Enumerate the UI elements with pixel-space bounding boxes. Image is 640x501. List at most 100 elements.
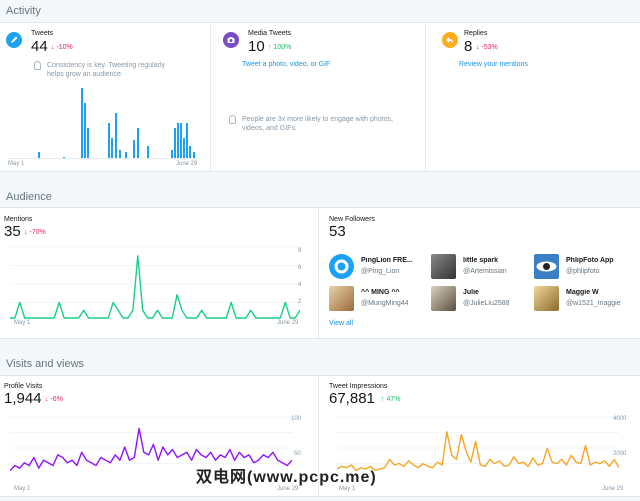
follower-handle: @JulieLiu2588 (463, 300, 510, 307)
tweets-bar (119, 150, 121, 158)
follower-item[interactable]: ^^ MING ^^ @MungMing44 (329, 286, 429, 312)
visits-section-title: Visits and views (6, 358, 85, 370)
tweets-label: Tweets (31, 30, 54, 37)
tweets-bar (84, 103, 86, 158)
view-all-followers-link[interactable]: View all (329, 320, 353, 327)
tweets-bar (177, 123, 179, 158)
review-mentions-link[interactable]: Review your mentions (459, 61, 528, 68)
profile-ytick: 100 (291, 416, 302, 422)
audience-section-title: Audience (6, 191, 52, 203)
avatar (534, 286, 559, 311)
profile-ytick: 50 (294, 451, 301, 457)
profile-axis-start: May 1 (14, 486, 31, 492)
tweets-bar (63, 156, 65, 158)
impressions-line-chart (337, 416, 619, 472)
tweets-axis-end: June 29 (176, 161, 198, 167)
follower-handle: @Artemissian (463, 268, 507, 275)
media-tweets-change: ↑ 100% (268, 44, 292, 51)
tweets-bar (137, 128, 139, 158)
tweets-bar (115, 113, 117, 158)
tweets-bar (87, 128, 89, 158)
avatar (534, 254, 559, 279)
tweets-bar (186, 123, 188, 158)
tweet-pen-icon (6, 32, 22, 48)
tweets-count: 44 (31, 38, 48, 55)
replies-count: 8 (464, 38, 473, 55)
tweets-bar (147, 146, 149, 158)
avatar (329, 254, 354, 279)
impressions-count: 67,881 (329, 390, 375, 407)
follower-item[interactable]: Julie @JulieLiu2588 (431, 286, 531, 312)
profile-visits-change: ↓ -6% (45, 396, 63, 403)
tweets-bar (125, 152, 127, 158)
follower-name: Maggie W (566, 289, 599, 296)
impressions-ytick: 2000 (613, 451, 627, 457)
follower-handle: @Ping_Lion (361, 268, 400, 275)
tweets-bar (81, 88, 83, 158)
impressions-ytick: 4000 (613, 416, 627, 422)
follower-name: ^^ MING ^^ (361, 289, 400, 296)
tweets-bar (193, 152, 195, 158)
tweets-bar (174, 128, 176, 158)
impressions-label: Tweet Impressions (329, 383, 388, 390)
follower-item[interactable]: little spark @Artemissian (431, 254, 531, 280)
follower-item[interactable]: PhlipFoto App @phlipfoto (534, 254, 634, 280)
follower-handle: @MungMing44 (361, 300, 409, 307)
tweets-card: Tweets 44 ↓ -10% Consistency is key. Twe… (0, 23, 210, 171)
tweets-tip: Consistency is key. Tweeting regularly h… (47, 62, 166, 78)
reply-arrow-icon (442, 32, 458, 48)
followers-label: New Followers (329, 216, 375, 223)
lightbulb-icon (34, 61, 41, 70)
audience-panel: Mentions 35 ↓ -70% 8 6 4 2 May 1 June 29… (0, 207, 640, 339)
follower-handle: @w1521_maggie (566, 300, 621, 307)
camera-icon (223, 32, 239, 48)
profile-visits-count: 1,944 (4, 390, 42, 407)
mentions-ytick: 8 (298, 248, 302, 254)
media-tweets-card: Media Tweets 10 ↑ 100% Tweet a photo, vi… (210, 23, 425, 171)
profile-visits-label: Profile Visits (4, 383, 43, 390)
activity-panel: Tweets 44 ↓ -10% Consistency is key. Twe… (0, 22, 640, 172)
replies-card: Replies 8 ↓ -53% Review your mentions (425, 23, 640, 171)
tweets-bar (111, 138, 113, 158)
tweets-change: ↓ -10% (51, 44, 73, 51)
follower-item[interactable]: Maggie W @w1521_maggie (534, 286, 634, 312)
mentions-ytick: 4 (298, 282, 302, 288)
follower-name: PingLion FRE... (361, 257, 413, 264)
tweets-bar (189, 146, 191, 158)
tweets-bar-chart (8, 83, 200, 159)
media-tweets-label: Media Tweets (248, 30, 292, 37)
mentions-ytick: 6 (298, 265, 302, 271)
avatar (431, 254, 456, 279)
tweets-bar (38, 152, 40, 158)
tweets-axis-start: May 1 (8, 161, 25, 167)
impressions-change: ↑ 47% (381, 396, 401, 403)
tweet-photo-link[interactable]: Tweet a photo, video, or GIF (242, 61, 330, 68)
mentions-axis-end: June 29 (277, 320, 299, 326)
avatar (431, 286, 456, 311)
mentions-axis-start: May 1 (14, 320, 31, 326)
tweets-bar (180, 123, 182, 158)
mentions-change: ↓ -70% (24, 229, 46, 236)
follower-item[interactable]: PingLion FRE... @Ping_Lion (329, 254, 429, 280)
impressions-series-line (337, 431, 619, 472)
mentions-count: 35 (4, 223, 21, 240)
replies-label: Replies (464, 30, 488, 37)
tweets-bar (171, 150, 173, 158)
tweets-bar (133, 140, 135, 158)
mentions-label: Mentions (4, 216, 33, 223)
mentions-line-chart (10, 246, 300, 319)
mentions-card: Mentions 35 ↓ -70% 8 6 4 2 May 1 June 29 (0, 208, 318, 338)
followers-card: New Followers 53 PingLion FRE... @Ping_L… (318, 208, 640, 338)
lightbulb-icon (229, 115, 236, 124)
follower-handle: @phlipfoto (566, 268, 600, 275)
mentions-ytick: 2 (298, 299, 302, 305)
follower-name: little spark (463, 257, 499, 264)
avatar (329, 286, 354, 311)
watermark-text: 双电网(www.pcpc.me) (196, 469, 377, 486)
follower-name: PhlipFoto App (566, 257, 614, 264)
tweets-bar (183, 138, 185, 158)
media-tweets-count: 10 (248, 38, 265, 55)
mentions-series-line (10, 255, 300, 319)
tweets-bar (108, 123, 110, 158)
followers-count: 53 (329, 223, 346, 240)
